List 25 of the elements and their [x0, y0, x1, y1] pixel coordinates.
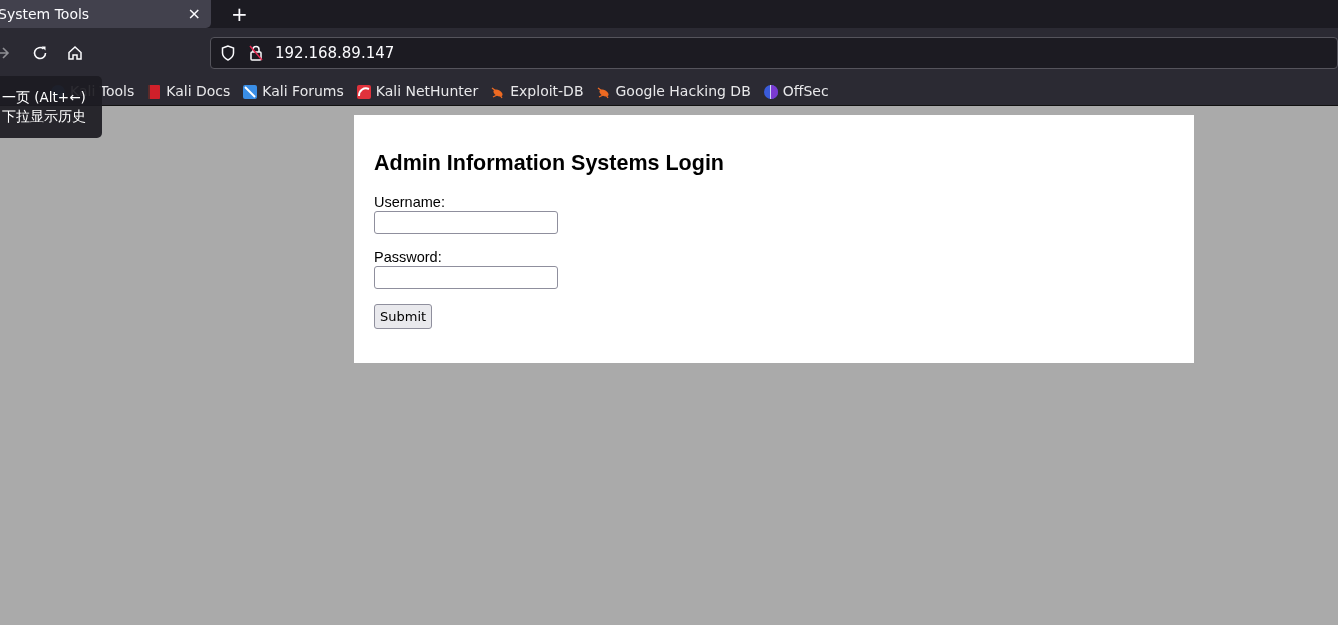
- offsec-icon: [762, 83, 779, 100]
- bookmark-link[interactable]: Kali Docs: [166, 81, 231, 102]
- input-field[interactable]: [374, 210, 558, 234]
- login-title: Admin Information Systems Login: [374, 151, 725, 177]
- bookmark-link[interactable]: Kali NetHunter: [375, 81, 479, 102]
- bookmark-link[interactable]: Kali Forums: [262, 81, 344, 102]
- new-tab-button[interactable]: +: [223, 0, 256, 29]
- field-label: Username:: [374, 193, 446, 211]
- input-field[interactable]: [374, 265, 558, 289]
- address-bar[interactable]: 192.168.89.147: [210, 37, 1338, 69]
- shield-icon[interactable]: [221, 45, 235, 61]
- forum-icon: [242, 83, 259, 100]
- bookmark-link[interactable]: Google Hacking DB: [615, 81, 751, 102]
- bookmark-link[interactable]: Exploit-DB: [510, 81, 584, 102]
- forward-arrow-icon[interactable]: [0, 46, 10, 60]
- field-label: Password:: [374, 248, 443, 266]
- home-icon[interactable]: [67, 45, 83, 61]
- book-icon: [146, 83, 163, 100]
- bookmark-link[interactable]: OffSec: [782, 81, 829, 102]
- close-tab-button[interactable]: ×: [187, 2, 201, 26]
- insecure-lock-icon[interactable]: [249, 45, 263, 61]
- reload-icon[interactable]: [32, 45, 48, 61]
- submit-button[interactable]: Submit: [374, 303, 433, 330]
- url-text: 192.168.89.147: [275, 42, 395, 64]
- nethunter-icon: [355, 83, 372, 100]
